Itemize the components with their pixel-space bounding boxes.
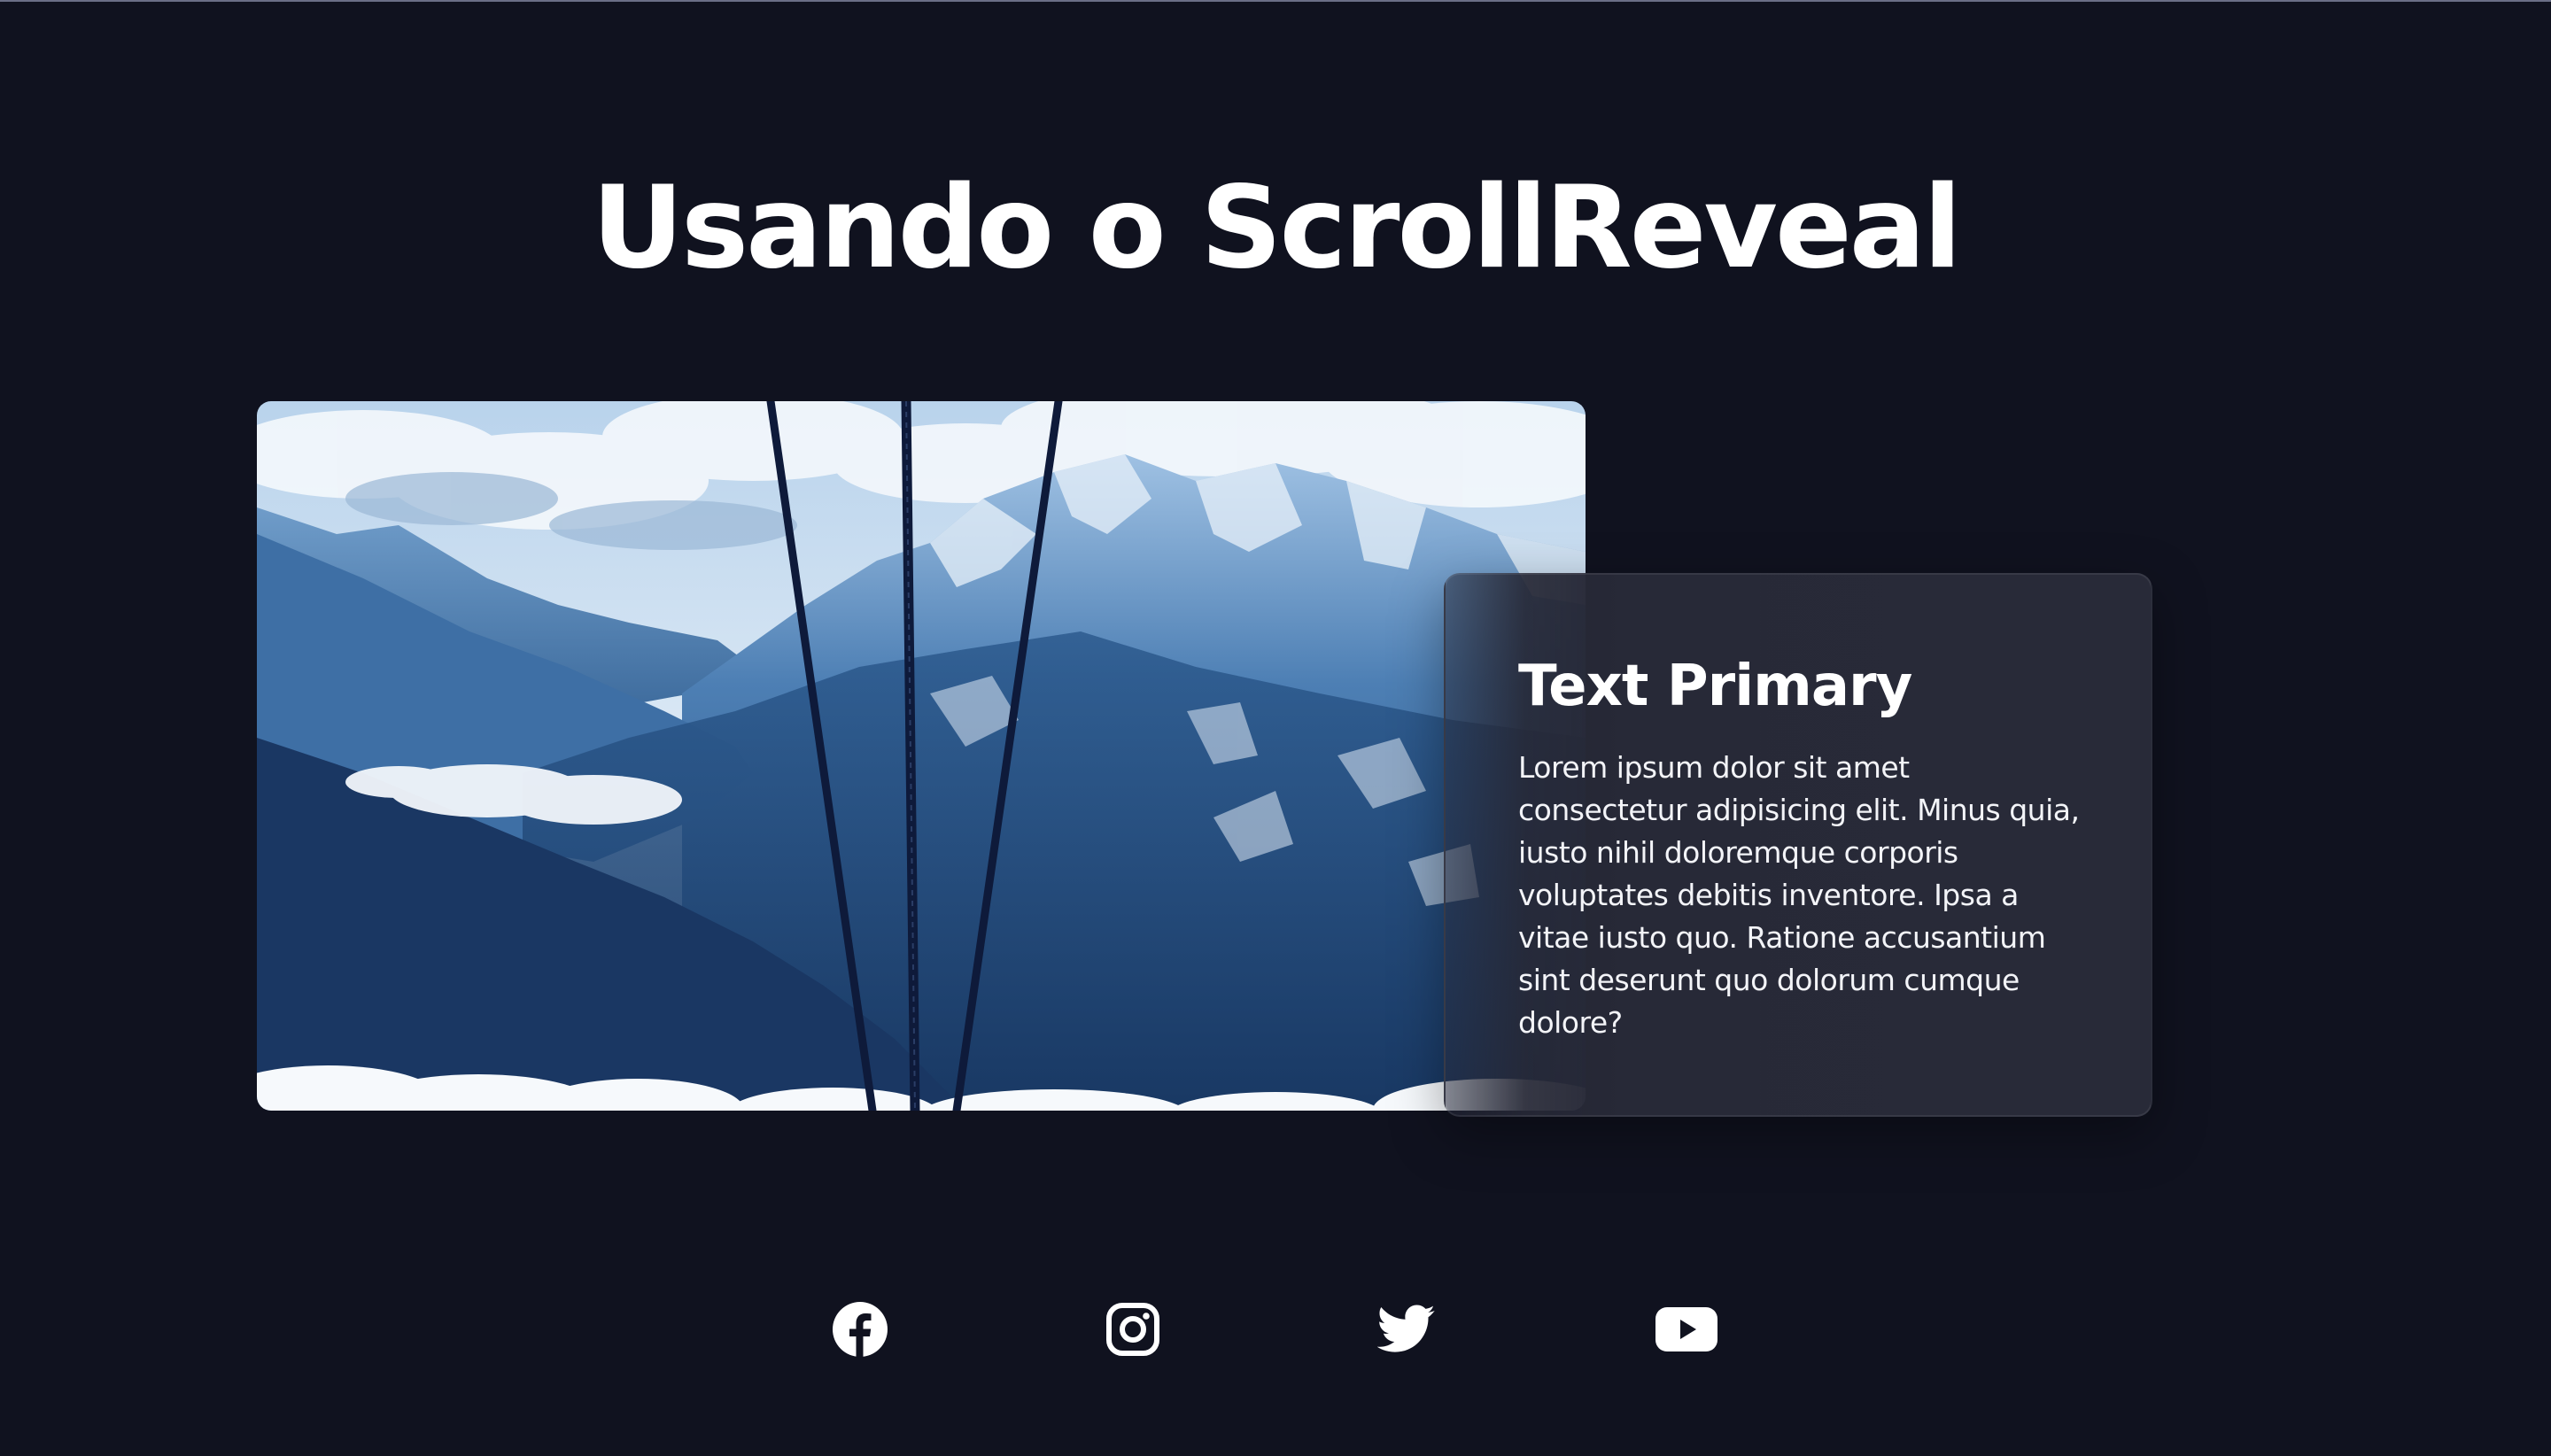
card-body: Lorem ipsum dolor sit amet consectetur a… [1518, 750, 2080, 1040]
top-divider [0, 0, 2551, 2]
facebook-link[interactable] [826, 1296, 894, 1363]
hero-photo [257, 401, 1586, 1111]
twitter-icon [1377, 1305, 1435, 1352]
page-title: Usando o ScrollReveal [592, 162, 1962, 294]
instagram-link[interactable] [1099, 1296, 1167, 1363]
instagram-icon [1106, 1303, 1159, 1356]
card-title: Text Primary [1518, 654, 1912, 719]
youtube-link[interactable] [1653, 1296, 1720, 1363]
youtube-icon [1655, 1307, 1717, 1351]
content-card: Text Primary Lorem ipsum dolor sit amet … [1444, 573, 2152, 1117]
twitter-link[interactable] [1373, 1296, 1440, 1363]
facebook-icon [833, 1302, 888, 1357]
